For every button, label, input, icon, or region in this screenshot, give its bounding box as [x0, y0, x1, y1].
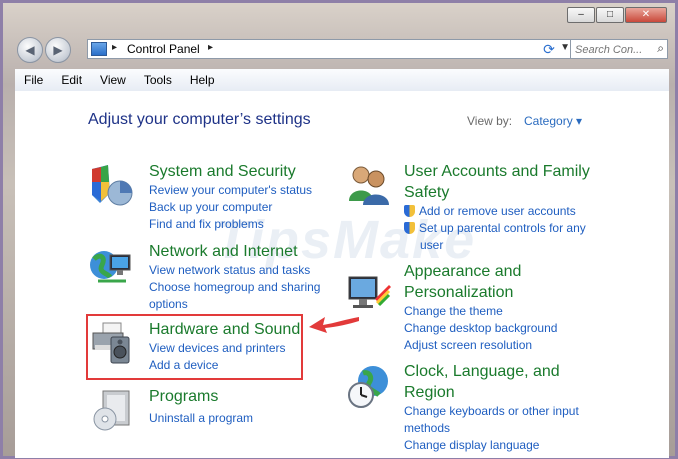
minimize-button[interactable]: – [567, 7, 595, 23]
appearance-title-line2[interactable]: Personalization [404, 284, 513, 301]
appearance-title[interactable]: Appearance and Personalization [404, 261, 557, 303]
maximize-button[interactable]: □ [596, 7, 624, 23]
breadcrumb-separator[interactable]: ▸ [208, 42, 213, 53]
user-accounts-title-line2[interactable]: Safety [404, 184, 449, 201]
clock-globe-icon[interactable] [347, 363, 393, 409]
link-change-theme[interactable]: Change the theme [404, 303, 557, 320]
network-globe-icon[interactable] [88, 243, 134, 289]
breadcrumb-separator[interactable]: ▸ [112, 42, 117, 53]
category-appearance: Appearance and Personalization Change th… [404, 261, 557, 354]
user-accounts-title-line1[interactable]: User Accounts and Family [404, 163, 590, 180]
close-button[interactable]: ✕ [625, 7, 667, 23]
shield-pie-icon[interactable] [88, 163, 134, 209]
menu-file[interactable]: File [15, 73, 52, 87]
network-internet-title[interactable]: Network and Internet [149, 241, 320, 262]
refresh-icon[interactable]: ⟳ [539, 39, 559, 59]
menu-edit[interactable]: Edit [52, 73, 91, 87]
category-clock-language: Clock, Language, and Region Change keybo… [404, 361, 579, 454]
window-controls: – □ ✕ [567, 7, 667, 23]
control-panel-content: TipsMake Adjust your computer’s settings… [15, 91, 669, 458]
page-title: Adjust your computer’s settings [88, 111, 311, 128]
programs-box-icon[interactable] [91, 387, 137, 433]
back-button[interactable]: ◀ [17, 37, 43, 63]
link-add-device[interactable]: Add a device [149, 357, 300, 374]
link-parental-controls[interactable]: Set up parental controls for any [404, 220, 590, 237]
appearance-title-line1[interactable]: Appearance and [404, 263, 521, 280]
view-by-label: View by: [467, 114, 513, 128]
link-homegroup[interactable]: Choose homegroup and sharing [149, 279, 320, 296]
link-desktop-background[interactable]: Change desktop background [404, 320, 557, 337]
menu-tools[interactable]: Tools [135, 73, 181, 87]
link-screen-resolution[interactable]: Adjust screen resolution [404, 337, 557, 354]
search-input[interactable] [575, 42, 649, 58]
category-programs: Programs Uninstall a program [149, 386, 253, 427]
programs-title[interactable]: Programs [149, 386, 253, 407]
menu-view[interactable]: View [91, 73, 135, 87]
clock-title-line2[interactable]: Region [404, 384, 455, 401]
search-icon[interactable]: ⌕ [657, 41, 664, 56]
uac-shield-icon [404, 205, 415, 217]
link-devices-printers[interactable]: View devices and printers [149, 340, 300, 357]
link-back-up[interactable]: Back up your computer [149, 199, 312, 216]
users-icon[interactable] [345, 163, 391, 209]
link-uninstall[interactable]: Uninstall a program [149, 410, 253, 427]
address-dropdown-icon[interactable]: ▼ [560, 42, 570, 53]
clock-title-line1[interactable]: Clock, Language, and [404, 363, 560, 380]
link-review-status[interactable]: Review your computer's status [149, 182, 312, 199]
link-change-keyboards[interactable]: Change keyboards or other input [404, 403, 579, 420]
link-network-status[interactable]: View network status and tasks [149, 262, 320, 279]
menu-bar: File Edit View Tools Help [15, 69, 669, 92]
appearance-monitor-icon[interactable] [345, 269, 391, 315]
link-display-language[interactable]: Change display language [404, 437, 579, 454]
menu-help[interactable]: Help [181, 73, 224, 87]
link-homegroup-cont[interactable]: options [149, 296, 320, 313]
link-parental-controls-cont[interactable]: user [404, 237, 590, 254]
red-arrow-icon [309, 317, 359, 333]
control-panel-icon [91, 42, 107, 56]
search-box[interactable]: ⌕ [570, 39, 668, 59]
uac-shield-icon [404, 222, 415, 234]
address-bar[interactable]: ▸ Control Panel ▸ ▼ [87, 39, 575, 59]
view-by-dropdown[interactable]: Category [524, 114, 582, 128]
link-add-remove-users[interactable]: Add or remove user accounts [404, 203, 590, 220]
link-find-fix[interactable]: Find and fix problems [149, 216, 312, 233]
category-network-internet: Network and Internet View network status… [149, 241, 320, 313]
printer-speaker-icon[interactable] [89, 319, 135, 365]
category-system-security: System and Security Review your computer… [149, 161, 312, 233]
category-hardware-sound: Hardware and Sound View devices and prin… [149, 319, 300, 374]
navigation-bar: ◀ ▶ ▸ Control Panel ▸ ▼ ⟳ ⌕ [17, 37, 668, 63]
breadcrumb-control-panel[interactable]: Control Panel [127, 42, 200, 56]
user-accounts-title[interactable]: User Accounts and Family Safety [404, 161, 590, 203]
system-security-title[interactable]: System and Security [149, 161, 312, 182]
window-frame: – □ ✕ ◀ ▶ ▸ Control Panel ▸ ▼ ⟳ ⌕ File E… [0, 0, 678, 459]
clock-title[interactable]: Clock, Language, and Region [404, 361, 579, 403]
category-user-accounts: User Accounts and Family Safety Add or r… [404, 161, 590, 254]
link-change-keyboards-cont[interactable]: methods [404, 420, 579, 437]
hardware-sound-title[interactable]: Hardware and Sound [149, 319, 300, 340]
forward-button[interactable]: ▶ [45, 37, 71, 63]
